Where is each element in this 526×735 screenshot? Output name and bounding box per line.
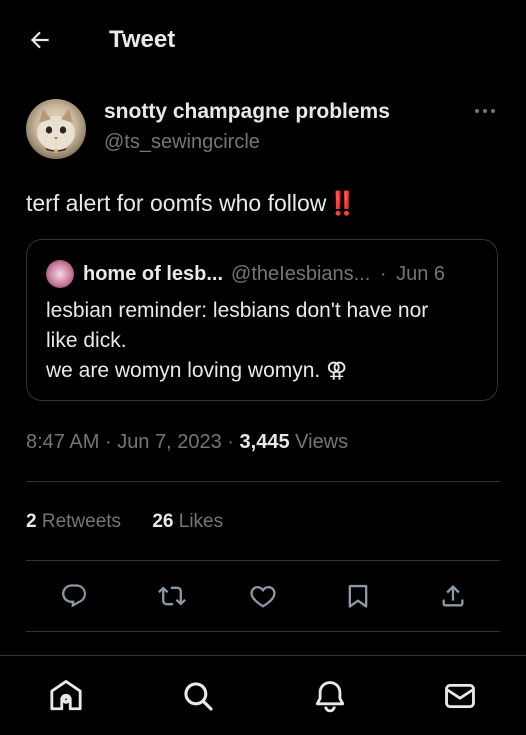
divider <box>26 560 500 561</box>
quoted-line: lesbian reminder: lesbians don't have no… <box>46 299 429 322</box>
nav-home[interactable] <box>46 676 86 716</box>
share-button[interactable] <box>433 576 473 616</box>
tweet-text: terf alert for oomfs who follow‼️ <box>26 188 357 218</box>
heart-icon <box>250 585 276 608</box>
nav-notifications[interactable] <box>310 676 350 716</box>
tweet-author: snotty champagne problems @ts_sewingcirc… <box>26 97 500 161</box>
retweets-count: 2 <box>26 511 37 532</box>
quoted-display-name: home of lesb... <box>83 263 224 285</box>
bookmark-button[interactable] <box>338 576 378 616</box>
share-icon <box>442 585 464 607</box>
quoted-text: lesbian reminder: lesbians don't have no… <box>46 296 486 386</box>
meta-separator: · <box>104 431 112 453</box>
nav-messages[interactable] <box>440 676 480 716</box>
quoted-handle: @theIesbians... <box>231 263 371 285</box>
retweet-button[interactable] <box>152 576 192 616</box>
quoted-header: home of lesb... @theIesbians... · Jun 6 <box>83 261 445 287</box>
quoted-date: Jun 6 <box>396 263 446 285</box>
more-button[interactable] <box>470 101 500 121</box>
tweet-time[interactable]: 8:47 AM <box>26 431 99 453</box>
top-bar: Tweet <box>0 0 526 78</box>
bookmark-icon <box>348 584 368 608</box>
retweets-stat[interactable]: 2 Retweets <box>26 511 121 532</box>
quoted-line: we are womyn loving womyn. ⚢ <box>46 359 348 382</box>
tweet-meta: 8:47 AM · Jun 7, 2023 · 3,445 Views <box>26 428 348 456</box>
divider <box>26 631 500 632</box>
nav-search[interactable] <box>178 676 218 716</box>
quoted-line: like dick. <box>46 329 127 352</box>
quoted-avatar <box>46 260 74 288</box>
cat-avatar-image <box>37 109 75 153</box>
tweet-actions <box>26 576 500 616</box>
views-label: Views <box>295 431 349 453</box>
likes-count: 26 <box>152 511 174 532</box>
likes-label: Likes <box>178 511 224 532</box>
double-exclamation-emoji: ‼️ <box>328 190 357 216</box>
tweet-date[interactable]: Jun 7, 2023 <box>117 431 222 453</box>
page-title: Tweet <box>109 26 176 53</box>
meta-separator: · <box>227 431 234 453</box>
back-button[interactable] <box>24 24 56 56</box>
quoted-separator: · <box>379 263 387 285</box>
likes-stat[interactable]: 26 Likes <box>152 511 223 532</box>
reply-button[interactable] <box>54 576 94 616</box>
more-dots-icon <box>475 109 495 113</box>
author-handle[interactable]: @ts_sewingcircle <box>104 131 260 154</box>
retweet-icon <box>158 586 186 606</box>
avatar[interactable] <box>26 99 86 159</box>
tweet-body: terf alert for oomfs who follow <box>26 190 327 216</box>
search-icon <box>184 682 213 711</box>
like-button[interactable] <box>243 576 283 616</box>
bottom-navigation <box>0 656 526 735</box>
author-display-name[interactable]: snotty champagne problems <box>104 100 390 124</box>
quoted-tweet[interactable]: home of lesb... @theIesbians... · Jun 6 l… <box>26 239 498 401</box>
tweet-stats: 2 Retweets 26 Likes <box>26 508 223 536</box>
views-count[interactable]: 3,445 <box>240 431 290 453</box>
arrow-left-icon <box>30 31 49 49</box>
mail-icon <box>445 683 475 709</box>
home-icon <box>50 679 82 711</box>
divider <box>26 481 500 482</box>
reply-icon <box>62 584 86 608</box>
bell-icon <box>315 681 345 713</box>
retweets-label: Retweets <box>41 511 122 532</box>
